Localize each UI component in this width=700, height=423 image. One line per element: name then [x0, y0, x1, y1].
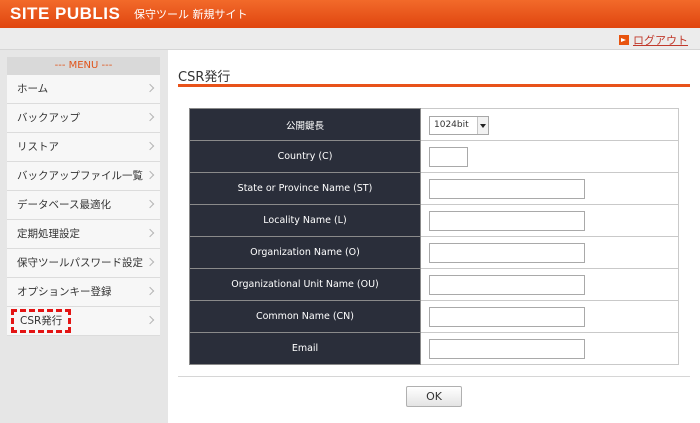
logout-link[interactable]: ログアウト — [619, 32, 688, 48]
state-input[interactable] — [429, 178, 585, 199]
sidebar-item-label: CSR発行 — [20, 315, 63, 327]
brand-logo: SITE PUBLIS — [10, 4, 121, 23]
sidebar-item-label: バックアップ — [17, 112, 80, 124]
chevron-right-icon — [145, 315, 155, 325]
field-label: Common Name (CN) — [189, 300, 421, 333]
sidebar-item-home[interactable]: ホーム — [7, 75, 160, 104]
field-label: Country (C) — [189, 140, 421, 173]
locality-input[interactable] — [429, 210, 585, 231]
highlight-box: CSR発行 — [11, 309, 72, 333]
sidebar-item-scheduled-tasks[interactable]: 定期処理設定 — [7, 220, 160, 249]
top-header: SITE PUBLIS 保守ツール 新規サイト — [0, 0, 700, 28]
form-row-state: State or Province Name (ST) — [189, 172, 679, 205]
field-label: Locality Name (L) — [189, 204, 421, 237]
form-row-common-name: Common Name (CN) — [189, 300, 679, 333]
form-row-locality: Locality Name (L) — [189, 204, 679, 237]
org-unit-input[interactable] — [429, 274, 585, 295]
form-row-country: Country (C) — [189, 140, 679, 173]
sidebar-item-restore[interactable]: リストア — [7, 133, 160, 162]
menu-title: --- MENU --- — [7, 57, 160, 75]
sidebar-item-option-key[interactable]: オプションキー登録 — [7, 278, 160, 307]
chevron-right-icon — [145, 112, 155, 122]
page-title: CSR発行 — [178, 70, 231, 85]
field-label: State or Province Name (ST) — [189, 172, 421, 205]
sidebar-item-label: データベース最適化 — [17, 199, 111, 211]
chevron-right-icon — [145, 286, 155, 296]
email-input[interactable] — [429, 338, 585, 359]
field-label: 公開鍵長 — [189, 108, 421, 141]
ok-button[interactable]: OK — [406, 386, 462, 407]
common-name-input[interactable] — [429, 306, 585, 327]
country-input[interactable] — [429, 146, 468, 167]
sidebar-menu: --- MENU --- ホーム バックアップ リストア バックアップファイル一… — [7, 57, 160, 336]
sidebar-item-label: リストア — [17, 141, 59, 153]
logout-icon — [619, 35, 629, 45]
sidebar-item-backup[interactable]: バックアップ — [7, 104, 160, 133]
logout-label: ログアウト — [633, 34, 688, 47]
field-label: Organization Name (O) — [189, 236, 421, 269]
header-subtitle: 保守ツール 新規サイト — [134, 8, 248, 21]
chevron-right-icon — [145, 257, 155, 267]
title-divider — [178, 84, 690, 87]
chevron-right-icon — [145, 141, 155, 151]
main-content: CSR発行 公開鍵長 1024bit Country (C) State or … — [168, 50, 700, 423]
sidebar-item-label: 保守ツールパスワード設定 — [17, 257, 143, 269]
sub-header: ログアウト — [0, 28, 700, 50]
form-row-key-length: 公開鍵長 1024bit — [189, 108, 679, 141]
sidebar-item-password[interactable]: 保守ツールパスワード設定 — [7, 249, 160, 278]
sidebar-item-label: オプションキー登録 — [17, 286, 112, 298]
key-length-select[interactable]: 1024bit — [429, 115, 489, 135]
sidebar-item-db-optimize[interactable]: データベース最適化 — [7, 191, 160, 220]
form-row-email: Email — [189, 332, 679, 365]
form-row-org-unit: Organizational Unit Name (OU) — [189, 268, 679, 301]
chevron-right-icon — [145, 199, 155, 209]
sidebar: --- MENU --- ホーム バックアップ リストア バックアップファイル一… — [0, 50, 168, 423]
sidebar-item-label: バックアップファイル一覧 — [17, 170, 143, 182]
chevron-right-icon — [145, 83, 155, 93]
form-divider — [178, 376, 690, 377]
sidebar-item-label: ホーム — [17, 83, 49, 95]
field-label: Organizational Unit Name (OU) — [189, 268, 421, 301]
form-row-organization: Organization Name (O) — [189, 236, 679, 269]
sidebar-item-label: 定期処理設定 — [17, 228, 80, 240]
chevron-right-icon — [145, 170, 155, 180]
organization-input[interactable] — [429, 242, 585, 263]
field-label: Email — [189, 332, 421, 365]
chevron-right-icon — [145, 228, 155, 238]
dropdown-arrow-icon — [477, 116, 488, 134]
select-value: 1024bit — [434, 119, 469, 130]
csr-form-table: 公開鍵長 1024bit Country (C) State or Provin… — [189, 108, 679, 365]
sidebar-item-backup-list[interactable]: バックアップファイル一覧 — [7, 162, 160, 191]
sidebar-item-csr[interactable]: CSR発行 — [7, 307, 160, 336]
